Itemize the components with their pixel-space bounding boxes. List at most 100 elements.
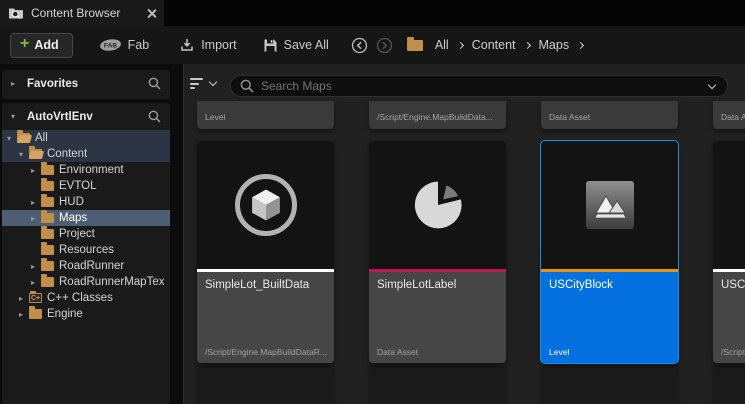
expand-arrow-icon[interactable]: ▾: [19, 150, 29, 159]
chevron-right-icon: [523, 41, 530, 48]
save-all-button[interactable]: Save All: [263, 38, 329, 53]
back-button[interactable]: [351, 37, 368, 54]
asset-grid-panel: Level /Script/Engine.MapBuildData... Dat…: [183, 64, 745, 404]
sidebar-item-environment[interactable]: ▸ Environment: [2, 162, 170, 178]
asset-card-simplelot-builtdata[interactable]: SimpleLot_BuiltData /Script/Engine.MapBu…: [197, 141, 334, 363]
forward-button[interactable]: [376, 37, 393, 54]
folder-icon: [41, 229, 54, 239]
asset-card-footer: SimpleLotLabel Data Asset: [369, 272, 506, 363]
sidebar-item-hud[interactable]: ▸ HUD: [2, 194, 170, 210]
folder-icon: [41, 277, 54, 287]
tree-item-label: All: [35, 132, 48, 144]
asset-type-label: Data Asset: [549, 112, 590, 122]
expand-arrow-icon[interactable]: ▾: [7, 134, 17, 143]
tab-content-browser[interactable]: Content Browser: [0, 0, 164, 26]
save-all-button-label: Save All: [284, 38, 329, 52]
search-icon[interactable]: [148, 110, 161, 123]
asset-type-label: Level: [205, 112, 225, 122]
filter-icon: [190, 78, 203, 89]
search-bar[interactable]: [230, 75, 728, 97]
favorites-panel: ▸ Favorites: [2, 70, 170, 99]
import-icon: [179, 37, 195, 53]
sidebar-item-maps[interactable]: ▸ Maps: [2, 210, 170, 226]
sidebar-item-content[interactable]: ▾ Content: [2, 146, 170, 162]
asset-name: SimpleLot_BuiltData: [205, 279, 309, 291]
add-button-label: Add: [34, 38, 58, 52]
sidebar-item-roadrunnermaptex[interactable]: ▸ RoadRunnerMapTex: [2, 274, 170, 290]
asset-type-label: /Script/Engine.MapBuildData...: [377, 112, 493, 122]
asset-card-uscityblock-builtdata[interactable]: USCit /Script: [713, 141, 745, 363]
sidebar-item-roadrunner[interactable]: ▸ RoadRunner: [2, 258, 170, 274]
built-data-cube-icon: [235, 174, 297, 236]
asset-card-simplelotlabel[interactable]: SimpleLotLabel Data Asset: [369, 141, 506, 363]
chevron-down-icon: [209, 78, 217, 86]
tree-item-label: Environment: [59, 164, 124, 176]
save-icon: [263, 38, 278, 53]
expand-arrow-icon[interactable]: ▸: [19, 310, 29, 319]
favorites-header[interactable]: ▸ Favorites: [2, 70, 170, 97]
collapse-arrow-icon[interactable]: ▸: [11, 79, 20, 88]
expand-arrow-icon[interactable]: ▸: [31, 166, 41, 175]
expand-arrow-icon[interactable]: ▸: [31, 262, 41, 271]
tree-item-label: EVTOL: [59, 180, 97, 192]
cpp-badge: C+: [31, 294, 40, 303]
expand-arrow-icon[interactable]: ▸: [31, 214, 41, 223]
expand-arrow-icon[interactable]: ▸: [31, 278, 41, 287]
fab-button[interactable]: FAB Fab: [99, 38, 150, 52]
collapse-arrow-icon[interactable]: ▾: [11, 112, 20, 121]
sidebar-item-engine[interactable]: ▸ Engine: [2, 306, 170, 322]
sidebar-item-resources[interactable]: Resources: [2, 242, 170, 258]
add-button[interactable]: + Add: [10, 33, 73, 58]
search-input[interactable]: [261, 79, 709, 93]
tree-item-label: Content: [47, 148, 87, 160]
sidebar-item-all[interactable]: ▾ All: [2, 130, 170, 146]
folder-icon: [41, 261, 54, 271]
asset-card-footer: SimpleLot_BuiltData /Script/Engine.MapBu…: [197, 272, 334, 363]
tree-item-label: C++ Classes: [47, 292, 113, 304]
asset-tile-partial[interactable]: [713, 368, 745, 404]
chevron-right-icon: [577, 41, 584, 48]
chevron-down-icon[interactable]: [708, 80, 716, 88]
close-tab-icon[interactable]: [147, 9, 156, 18]
level-mountain-icon: [586, 181, 634, 229]
asset-card-footer: USCityBlock Level: [541, 272, 678, 363]
expand-arrow-icon[interactable]: ▸: [19, 294, 29, 303]
breadcrumb-item-all[interactable]: All: [435, 38, 449, 52]
asset-type-label: Data Asset: [377, 347, 418, 357]
asset-tile-partial[interactable]: Data Asset: [541, 101, 678, 129]
search-icon: [240, 79, 254, 93]
sidebar-item-evtol[interactable]: EVTOL: [2, 178, 170, 194]
fab-logo-icon: FAB: [99, 38, 122, 52]
tab-title: Content Browser: [31, 6, 120, 20]
asset-type-label: /Script: [721, 347, 745, 357]
asset-thumbnail: [541, 141, 678, 269]
asset-tile-partial[interactable]: Level: [197, 101, 334, 129]
breadcrumb: All Content Maps: [435, 38, 592, 52]
asset-card-uscityblock[interactable]: USCityBlock Level: [541, 141, 678, 363]
asset-tile-partial[interactable]: [197, 368, 334, 404]
folder-icon: [41, 165, 54, 175]
autovrtlenv-header[interactable]: ▾ AutoVrtlEnv: [2, 103, 170, 130]
tree-item-label: RoadRunner: [59, 260, 124, 272]
asset-tile-partial[interactable]: [541, 368, 678, 404]
sidebar-item-project[interactable]: Project: [2, 226, 170, 242]
filter-button[interactable]: [190, 78, 216, 89]
asset-thumbnail: [197, 141, 334, 269]
sources-panel: ▾ AutoVrtlEnv ▾ All ▾ Content ▸ Environm…: [2, 103, 170, 404]
folder-icon: [41, 197, 54, 207]
asset-thumbnail: [713, 141, 745, 269]
asset-type-label: Level: [549, 347, 569, 357]
breadcrumb-item-content[interactable]: Content: [472, 38, 516, 52]
asset-tile-partial[interactable]: Data A: [713, 101, 745, 129]
sidebar-item-cpp-classes[interactable]: ▸ C+ C++ Classes: [2, 290, 170, 306]
asset-tile-partial[interactable]: [369, 368, 506, 404]
breadcrumb-item-maps[interactable]: Maps: [539, 38, 570, 52]
search-icon[interactable]: [148, 77, 161, 90]
expand-arrow-icon[interactable]: ▸: [31, 198, 41, 207]
tree-item-label: Resources: [59, 244, 114, 256]
favorites-label: Favorites: [27, 78, 78, 90]
import-button[interactable]: Import: [179, 37, 236, 53]
asset-type-label: /Script/Engine.MapBuildDataR...: [205, 347, 327, 357]
asset-name: USCityBlock: [549, 279, 613, 291]
asset-tile-partial[interactable]: /Script/Engine.MapBuildData...: [369, 101, 506, 129]
